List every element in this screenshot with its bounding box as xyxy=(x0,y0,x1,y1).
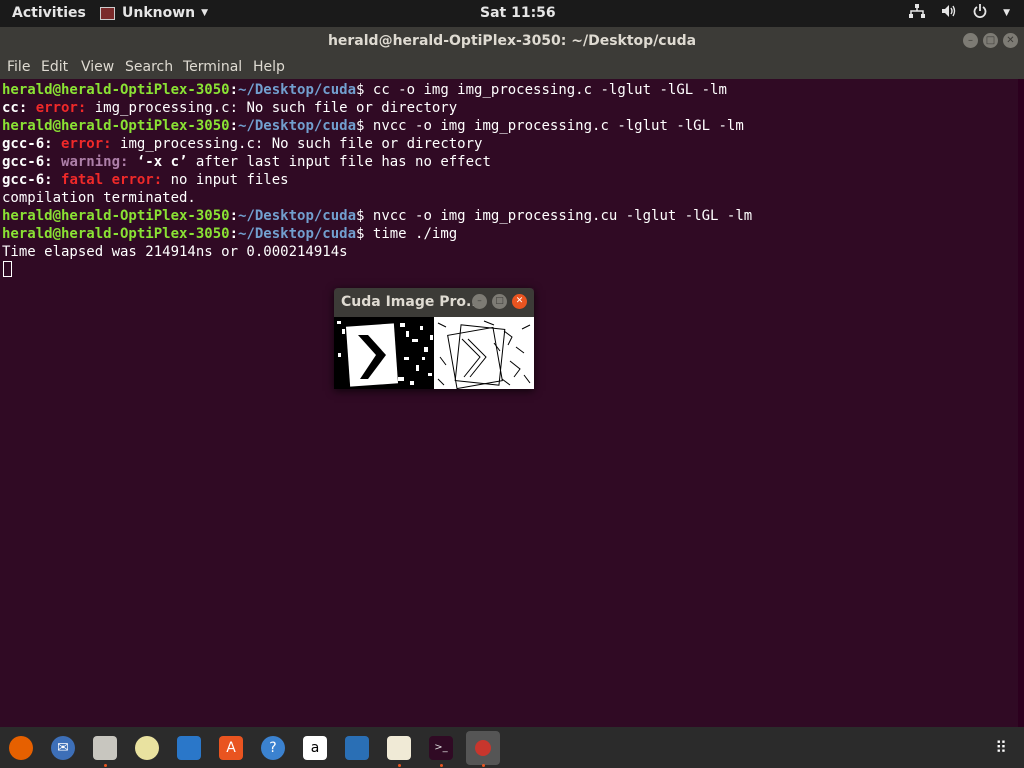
terminal-line: herald@herald-OptiPlex-3050:~/Desktop/cu… xyxy=(2,82,727,98)
dock: ✉ A ? a >_ ⠿ xyxy=(0,727,1024,768)
running-indicator xyxy=(398,764,401,767)
running-indicator xyxy=(440,764,443,767)
running-indicator xyxy=(482,764,485,767)
terminal-line xyxy=(0,261,1018,279)
text-editor-icon[interactable] xyxy=(387,736,411,760)
amazon-icon[interactable]: a xyxy=(303,736,327,760)
terminal-line: gcc-6: error: img_processing.c: No such … xyxy=(2,136,483,152)
maximize-icon[interactable]: □ xyxy=(983,33,998,48)
menu-file[interactable]: File xyxy=(7,59,30,75)
help-icon[interactable]: ? xyxy=(261,736,285,760)
cuda-window-titlebar[interactable]: Cuda Image Pro... – □ ✕ xyxy=(334,288,534,317)
terminal-output[interactable]: herald@herald-OptiPlex-3050:~/Desktop/cu… xyxy=(0,79,1018,729)
firefox-icon[interactable] xyxy=(9,736,33,760)
menu-edit[interactable]: Edit xyxy=(41,59,68,75)
terminal-line: herald@herald-OptiPlex-3050:~/Desktop/cu… xyxy=(2,226,458,242)
minimize-icon[interactable]: – xyxy=(963,33,978,48)
minimize-icon[interactable]: – xyxy=(472,294,487,309)
terminal-cursor xyxy=(3,261,12,277)
activities-button[interactable]: Activities xyxy=(12,5,86,21)
chevron-down-icon: ▼ xyxy=(201,8,209,18)
terminal-line: herald@herald-OptiPlex-3050:~/Desktop/cu… xyxy=(2,118,744,134)
writer-icon[interactable] xyxy=(177,736,201,760)
app-icon xyxy=(100,6,115,20)
close-icon[interactable]: ✕ xyxy=(512,294,527,309)
maximize-icon[interactable]: □ xyxy=(492,294,507,309)
cuda-window-title: Cuda Image Pro... xyxy=(341,294,482,310)
menu-view[interactable]: View xyxy=(81,59,114,75)
top-bar: Activities Unknown ▼ Sat 11:56 ▼ xyxy=(0,0,1024,27)
software-center-icon[interactable]: A xyxy=(219,736,243,760)
terminal-line: herald@herald-OptiPlex-3050:~/Desktop/cu… xyxy=(2,208,753,224)
terminal-icon[interactable]: >_ xyxy=(429,736,453,760)
system-monitor-icon[interactable] xyxy=(345,736,369,760)
volume-icon[interactable] xyxy=(941,4,957,22)
close-icon[interactable]: ✕ xyxy=(1003,33,1018,48)
cuda-image-canvas xyxy=(334,317,534,390)
window-titlebar[interactable]: herald@herald-OptiPlex-3050: ~/Desktop/c… xyxy=(0,27,1024,56)
chevron-down-icon[interactable]: ▼ xyxy=(1003,8,1010,18)
terminal-line: cc: error: img_processing.c: No such fil… xyxy=(2,100,458,116)
show-applications-icon[interactable]: ⠿ xyxy=(989,736,1013,760)
cuda-image-window[interactable]: Cuda Image Pro... – □ ✕ xyxy=(334,288,534,390)
image-app-icon[interactable] xyxy=(466,731,500,765)
system-tray[interactable]: ▼ xyxy=(909,4,1010,22)
rhythmbox-icon[interactable] xyxy=(135,736,159,760)
terminal-scrollbar[interactable] xyxy=(1018,79,1024,727)
menu-help[interactable]: Help xyxy=(253,59,285,75)
terminal-line: compilation terminated. xyxy=(2,190,196,206)
terminal-line: gcc-6: warning: ‘-x c’ after last input … xyxy=(2,154,491,170)
menu-search[interactable]: Search xyxy=(125,59,173,75)
power-icon[interactable] xyxy=(973,4,987,22)
window-title: herald@herald-OptiPlex-3050: ~/Desktop/c… xyxy=(327,33,697,49)
app-menu-label: Unknown xyxy=(122,5,196,21)
terminal-line: gcc-6: fatal error: no input files xyxy=(2,172,289,188)
thunderbird-icon[interactable]: ✉ xyxy=(51,736,75,760)
menu-bar: File Edit View Search Terminal Help xyxy=(0,56,1024,79)
clock[interactable]: Sat 11:56 xyxy=(480,5,556,21)
terminal-line: Time elapsed was 214914ns or 0.000214914… xyxy=(2,244,348,260)
network-icon[interactable] xyxy=(909,4,926,22)
running-indicator xyxy=(104,764,107,767)
app-menu[interactable]: Unknown ▼ xyxy=(100,5,208,21)
files-icon[interactable] xyxy=(93,736,117,760)
menu-terminal[interactable]: Terminal xyxy=(183,59,242,75)
